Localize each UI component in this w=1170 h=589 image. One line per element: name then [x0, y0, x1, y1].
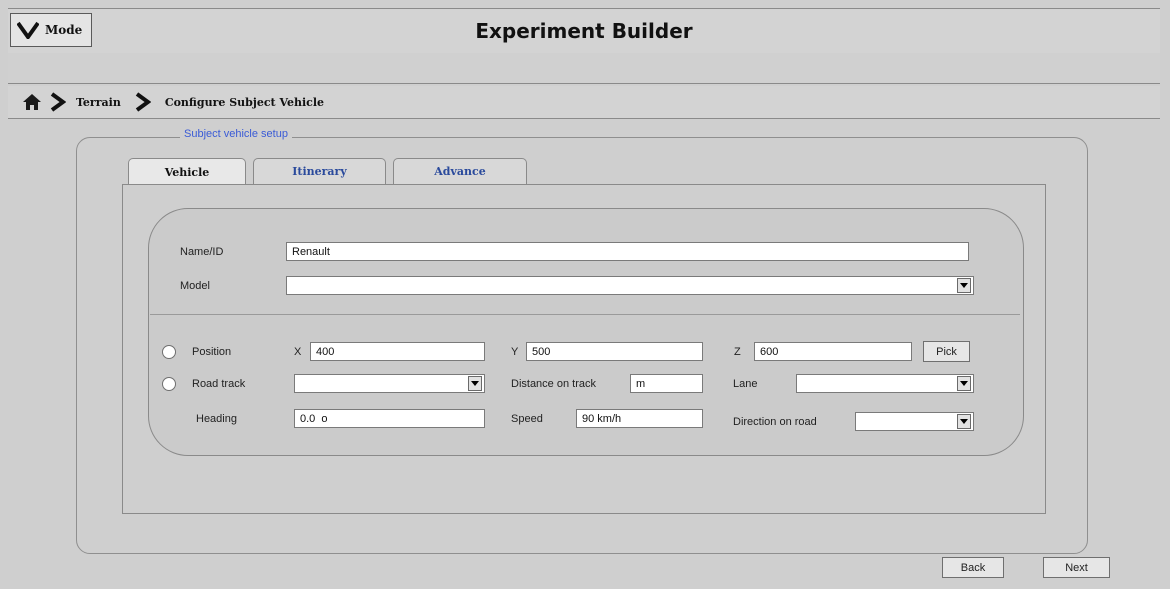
lane-select-value [797, 379, 802, 391]
breadcrumb: Terrain Configure Subject Vehicle [8, 86, 1160, 119]
distance-on-track-label: Distance on track [511, 378, 596, 390]
x-input[interactable] [310, 342, 485, 361]
chevron-right-icon [50, 92, 66, 112]
model-label: Model [180, 280, 210, 292]
breadcrumb-configure-subject-vehicle: Configure Subject Vehicle [164, 95, 325, 109]
distance-on-track-input[interactable] [630, 374, 703, 393]
z-label: Z [734, 346, 741, 358]
lane-label: Lane [733, 378, 758, 390]
lane-select[interactable] [796, 374, 974, 393]
toolbar-strip [8, 53, 1160, 84]
road-track-select[interactable] [294, 374, 485, 393]
dropdown-arrow-icon[interactable] [957, 414, 971, 429]
model-select-value [287, 281, 292, 293]
speed-label: Speed [511, 413, 543, 425]
tab-itinerary[interactable]: Itinerary [253, 158, 386, 184]
direction-on-road-select-value [856, 417, 861, 429]
direction-on-road-select[interactable] [855, 412, 974, 431]
model-select[interactable] [286, 276, 974, 295]
road-track-select-value [295, 379, 300, 391]
z-input[interactable] [754, 342, 912, 361]
heading-label: Heading [196, 413, 237, 425]
tab-advance[interactable]: Advance [393, 158, 527, 184]
speed-input[interactable] [576, 409, 703, 428]
title-bar: Mode Experiment Builder [8, 8, 1160, 54]
x-label: X [294, 346, 302, 358]
dropdown-arrow-icon[interactable] [468, 376, 482, 391]
group-legend: Subject vehicle setup [180, 128, 292, 140]
y-input[interactable] [526, 342, 703, 361]
name-label: Name/ID [180, 246, 224, 258]
dropdown-arrow-icon[interactable] [957, 376, 971, 391]
form-divider [150, 314, 1020, 315]
app-title: Experiment Builder [475, 19, 693, 43]
back-button[interactable]: Back [942, 557, 1004, 578]
position-radio[interactable] [162, 345, 176, 359]
road-track-label: Road track [192, 378, 246, 390]
road-track-radio[interactable] [162, 377, 176, 391]
next-button[interactable]: Next [1043, 557, 1110, 578]
name-input[interactable] [286, 242, 969, 261]
tab-vehicle[interactable]: Vehicle [128, 158, 246, 185]
y-label: Y [511, 346, 519, 358]
pick-button[interactable]: Pick [923, 341, 970, 362]
dropdown-arrow-icon[interactable] [957, 278, 971, 293]
chevron-right-icon [135, 92, 151, 112]
heading-input[interactable] [294, 409, 485, 428]
home-icon[interactable] [22, 93, 42, 111]
direction-on-road-label: Direction on road [733, 416, 817, 428]
position-label: Position [192, 346, 232, 358]
breadcrumb-terrain[interactable]: Terrain [76, 96, 121, 109]
